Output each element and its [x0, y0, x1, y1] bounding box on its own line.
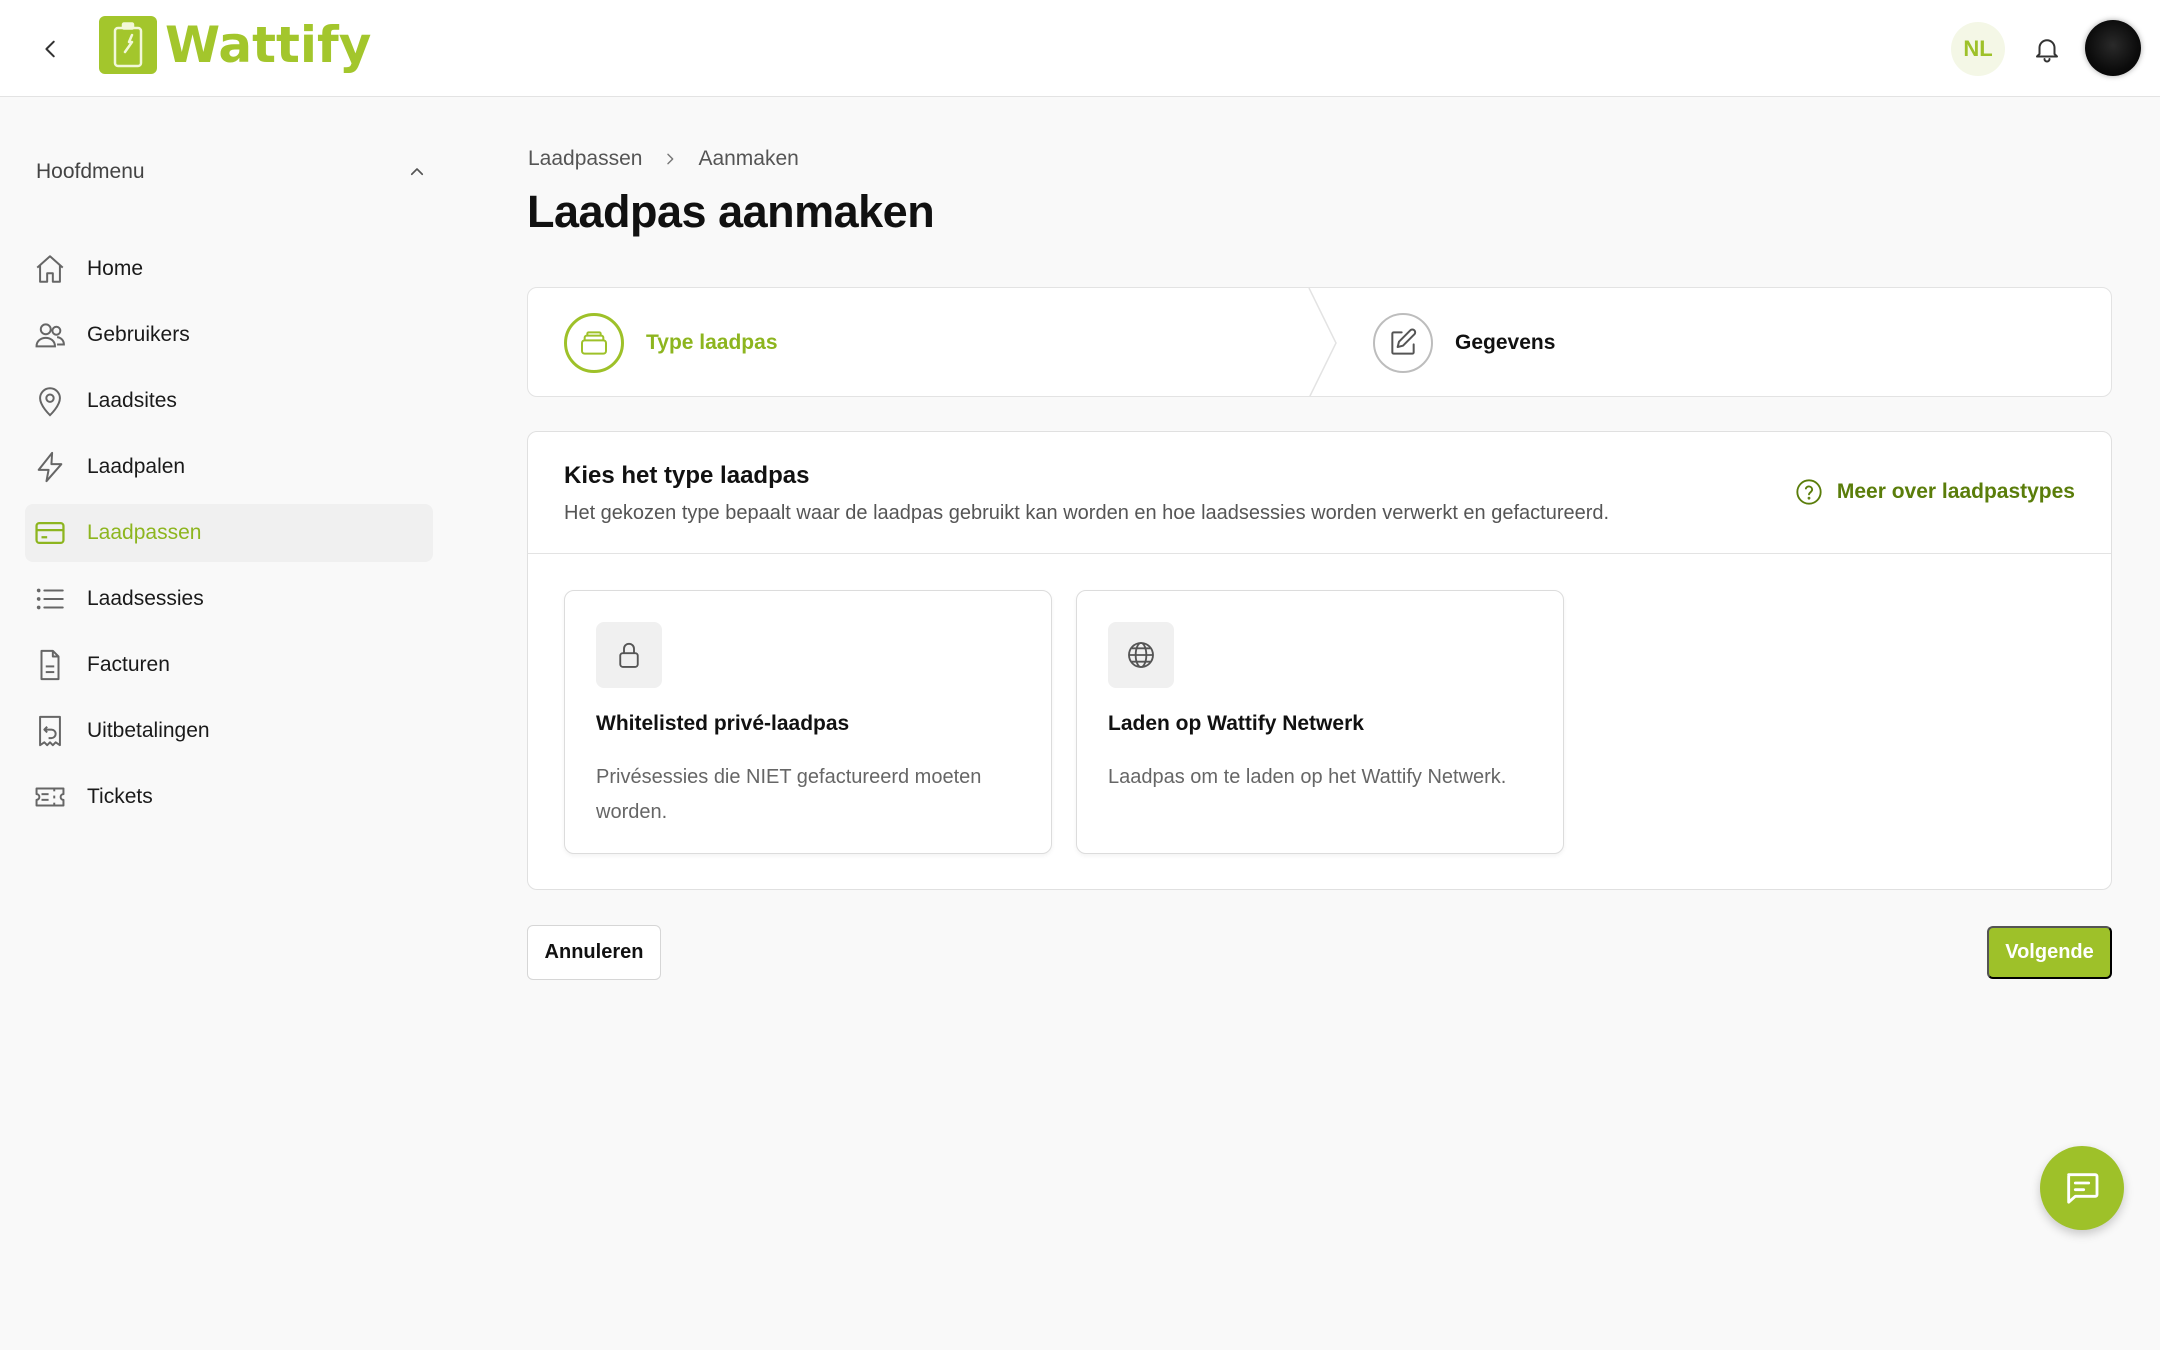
step-type-laadpas[interactable]: Type laadpas: [564, 288, 778, 396]
breadcrumb-aanmaken: Aanmaken: [698, 147, 799, 170]
step-gegevens[interactable]: Gegevens: [1373, 288, 1556, 396]
option-wattify-network[interactable]: Laden op Wattify Netwerk Laadpas om te l…: [1076, 590, 1564, 854]
sidebar-item-laadpalen[interactable]: Laadpalen: [25, 438, 433, 496]
notifications-button[interactable]: [2026, 28, 2068, 70]
user-avatar[interactable]: [2085, 20, 2141, 76]
document-icon: [21, 636, 79, 694]
logo-text: Wattify: [165, 16, 372, 74]
card-subtitle: Het gekozen type bepaalt waar de laadpas…: [564, 502, 1610, 524]
chat-bubble-icon: [2067, 1173, 2099, 1204]
sidebar-item-laadsessies[interactable]: Laadsessies: [25, 570, 433, 628]
question-circle-icon: [1796, 479, 1822, 505]
type-selection-card: Kies het type laadpas Het gekozen type b…: [527, 431, 2112, 890]
language-switcher[interactable]: NL: [1951, 22, 2005, 76]
lightning-icon: [21, 438, 79, 496]
chevron-right-icon: [662, 151, 678, 167]
card-stack-icon: [564, 313, 624, 373]
card-title: Kies het type laadpas: [564, 462, 810, 489]
card-header: Kies het type laadpas Het gekozen type b…: [528, 432, 2111, 554]
sidebar-item-label: Gebruikers: [87, 323, 190, 346]
stepper: Type laadpas Gegevens: [527, 287, 2112, 397]
sidebar-item-tickets[interactable]: Tickets: [25, 768, 433, 826]
step-divider: [1308, 288, 1337, 396]
battery-logo-icon: [99, 16, 157, 74]
more-link-label: Meer over laadpastypes: [1836, 480, 2075, 503]
option-description: Privésessies die NIET gefactureerd moete…: [596, 766, 982, 823]
sidebar-item-laadpassen[interactable]: Laadpassen: [25, 504, 433, 562]
page-title: Laadpas aanmaken: [527, 186, 935, 237]
globe-icon: [1108, 622, 1174, 688]
list-icon: [21, 570, 79, 628]
sidebar-item-label: Laadpalen: [87, 455, 186, 478]
ticket-icon: [21, 768, 79, 826]
breadcrumb: Laadpassen Aanmaken: [528, 146, 799, 172]
step-label: Gegevens: [1455, 331, 1556, 354]
sidebar-item-label: Laadpassen: [87, 521, 202, 544]
home-icon: [21, 240, 79, 298]
lock-icon: [596, 622, 662, 688]
sidebar: Hoofdmenu Home Gebruikers Laadsites Laad…: [0, 97, 450, 1350]
option-whitelisted-private-card[interactable]: Whitelisted privé-laadpas Privésessies d…: [564, 590, 1052, 854]
sidebar-item-label: Facturen: [87, 653, 170, 676]
sidebar-item-home[interactable]: Home: [25, 240, 433, 298]
sidebar-item-label: Tickets: [87, 785, 153, 808]
chevron-left-icon: [45, 40, 55, 58]
sidebar-item-label: Laadsessies: [87, 587, 204, 610]
more-about-card-types-link[interactable]: Meer over laadpastypes: [1795, 478, 2075, 506]
next-button[interactable]: Volgende: [1987, 926, 2112, 979]
sidebar-item-laadsites[interactable]: Laadsites: [25, 372, 433, 430]
sidebar-item-label: Home: [87, 257, 144, 280]
users-icon: [21, 306, 79, 364]
option-description: Laadpas om te laden op het Wattify Netwe…: [1108, 766, 1507, 788]
back-button[interactable]: [30, 28, 72, 70]
chevron-up-icon: [410, 168, 424, 176]
bell-icon: [2036, 39, 2058, 63]
main-menu-toggle[interactable]: Hoofdmenu: [36, 157, 426, 187]
map-pin-icon: [21, 372, 79, 430]
sidebar-item-facturen[interactable]: Facturen: [25, 636, 433, 694]
sidebar-item-label: Uitbetalingen: [87, 719, 210, 742]
sidebar-item-gebruikers[interactable]: Gebruikers: [25, 306, 433, 364]
pencil-square-icon: [1373, 313, 1433, 373]
top-bar: Wattify NL: [0, 0, 2160, 97]
sidebar-item-uitbetalingen[interactable]: Uitbetalingen: [25, 702, 433, 760]
option-title: Whitelisted privé-laadpas: [596, 712, 850, 735]
breadcrumb-laadpassen[interactable]: Laadpassen: [528, 147, 642, 171]
chat-button[interactable]: [2040, 1146, 2124, 1230]
option-title: Laden op Wattify Netwerk: [1108, 712, 1364, 735]
wattify-logo[interactable]: Wattify: [99, 15, 371, 75]
main-menu-title: Hoofdmenu: [36, 160, 145, 183]
cancel-button[interactable]: Annuleren: [527, 925, 661, 980]
sidebar-item-label: Laadsites: [87, 389, 177, 412]
step-label: Type laadpas: [646, 331, 778, 354]
receipt-icon: [21, 702, 79, 760]
credit-card-icon: [21, 504, 79, 562]
